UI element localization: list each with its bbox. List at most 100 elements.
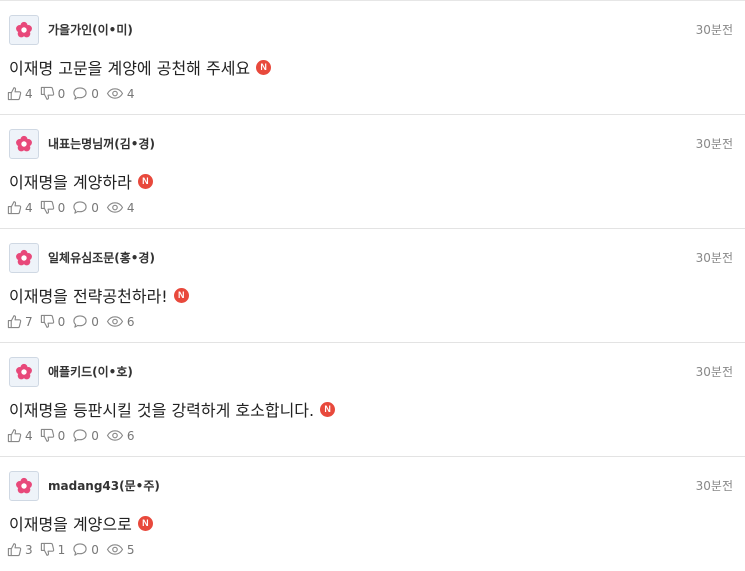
new-badge: N — [320, 401, 336, 417]
views-stat: 6 — [106, 428, 135, 443]
speech-bubble-icon — [72, 314, 91, 329]
reply-button[interactable]: 0 — [72, 86, 99, 101]
views-stat: 4 — [106, 200, 135, 215]
dislike-button[interactable]: 0 — [40, 314, 66, 329]
comment-time: 30분전 — [695, 479, 733, 493]
comment-body: 이재명을 계양하라 N — [9, 169, 153, 193]
like-button[interactable]: 4 — [7, 200, 33, 215]
eye-icon — [106, 428, 127, 443]
like-button[interactable]: 7 — [7, 314, 33, 329]
avatar[interactable] — [9, 15, 39, 45]
comment-body: 이재명을 전략공천하라! N — [9, 283, 189, 307]
thumbs-up-icon — [7, 314, 25, 329]
comment-author[interactable]: 내표는명님꺼(김•경) — [48, 135, 155, 152]
comment-item: 가을가인(이•미) 30분전 이재명 고문을 계양에 공천해 주세요 N 4 0… — [0, 1, 745, 115]
comment-body: 이재명을 등판시킬 것을 강력하게 호소합니다. N — [9, 397, 336, 421]
comment-text: 이재명 고문을 계양에 공천해 주세요 — [9, 59, 251, 78]
views-count: 6 — [126, 428, 135, 443]
comment-body: 이재명을 계양으로 N — [9, 511, 153, 535]
eye-icon — [106, 86, 127, 101]
reply-count: 0 — [91, 542, 99, 557]
reply-count: 0 — [91, 200, 99, 215]
new-badge: N — [256, 59, 272, 75]
comment-stats: 4 0 0 — [7, 200, 142, 215]
reply-count: 0 — [91, 428, 99, 443]
comment-time: 30분전 — [695, 365, 733, 379]
comment-item: 애플키드(이•호) 30분전 이재명을 등판시킬 것을 강력하게 호소합니다. … — [0, 343, 745, 457]
like-button[interactable]: 3 — [7, 542, 33, 557]
dislike-button[interactable]: 1 — [40, 542, 66, 557]
thumbs-down-icon — [40, 200, 58, 215]
eye-icon — [106, 200, 127, 215]
dislike-count: 0 — [57, 200, 66, 215]
avatar[interactable] — [9, 471, 39, 501]
like-button[interactable]: 4 — [7, 86, 33, 101]
thumbs-down-icon — [40, 86, 58, 101]
thumbs-down-icon — [40, 428, 58, 443]
comment-text: 이재명을 전략공천하라! — [9, 287, 168, 306]
comment-stats: 4 0 0 — [7, 428, 142, 443]
comment-author[interactable]: madang43(문•주) — [48, 477, 160, 494]
reply-count: 0 — [91, 314, 99, 329]
comment-item: madang43(문•주) 30분전 이재명을 계양으로 N 3 1 0 5 — [0, 457, 745, 571]
thumbs-down-icon — [40, 314, 58, 329]
like-count: 3 — [25, 542, 33, 557]
thumbs-up-icon — [7, 86, 25, 101]
reply-button[interactable]: 0 — [72, 200, 99, 215]
reply-button[interactable]: 0 — [72, 314, 99, 329]
comment-author[interactable]: 애플키드(이•호) — [48, 363, 133, 380]
comment-item: 일체유심조문(홍•경) 30분전 이재명을 전략공천하라! N 7 0 0 6 — [0, 229, 745, 343]
flower-icon — [15, 363, 33, 381]
comment-author[interactable]: 가을가인(이•미) — [48, 21, 133, 38]
flower-icon — [15, 477, 33, 495]
flower-icon — [15, 135, 33, 153]
dislike-button[interactable]: 0 — [40, 86, 66, 101]
views-count: 4 — [126, 86, 135, 101]
comment-author[interactable]: 일체유심조문(홍•경) — [48, 249, 155, 266]
new-badge: N — [137, 173, 153, 189]
comment-time: 30분전 — [695, 137, 733, 151]
comment-item: 내표는명님꺼(김•경) 30분전 이재명을 계양하라 N 4 0 0 4 — [0, 115, 745, 229]
new-badge: N — [173, 287, 189, 303]
comment-stats: 3 1 0 5 — [7, 542, 142, 557]
dislike-button[interactable]: 0 — [40, 428, 66, 443]
thumbs-up-icon — [7, 542, 25, 557]
reply-button[interactable]: 0 — [72, 428, 99, 443]
eye-icon — [106, 542, 127, 557]
flower-icon — [15, 21, 33, 39]
comment-stats: 4 0 0 — [7, 86, 142, 101]
speech-bubble-icon — [72, 428, 91, 443]
dislike-count: 0 — [57, 428, 66, 443]
thumbs-up-icon — [7, 428, 25, 443]
views-stat: 4 — [106, 86, 135, 101]
comment-stats: 7 0 0 6 — [7, 314, 142, 329]
avatar[interactable] — [9, 243, 39, 273]
like-count: 4 — [25, 428, 33, 443]
views-stat: 6 — [106, 314, 135, 329]
comment-text: 이재명을 등판시킬 것을 강력하게 호소합니다. — [9, 401, 315, 420]
dislike-count: 1 — [57, 542, 66, 557]
comment-feed: 가을가인(이•미) 30분전 이재명 고문을 계양에 공천해 주세요 N 4 0… — [0, 0, 745, 569]
speech-bubble-icon — [72, 86, 91, 101]
flower-icon — [15, 249, 33, 267]
views-count: 6 — [126, 314, 135, 329]
dislike-button[interactable]: 0 — [40, 200, 66, 215]
comment-text: 이재명을 계양하라 — [9, 173, 132, 192]
like-count: 7 — [25, 314, 33, 329]
views-stat: 5 — [106, 542, 135, 557]
comment-time: 30분전 — [695, 251, 733, 265]
comment-body: 이재명 고문을 계양에 공천해 주세요 N — [9, 55, 272, 79]
reply-button[interactable]: 0 — [72, 542, 99, 557]
views-count: 4 — [126, 200, 135, 215]
new-badge: N — [137, 515, 153, 531]
views-count: 5 — [126, 542, 135, 557]
avatar[interactable] — [9, 357, 39, 387]
thumbs-down-icon — [40, 542, 58, 557]
eye-icon — [106, 314, 127, 329]
comment-text: 이재명을 계양으로 — [9, 515, 132, 534]
like-button[interactable]: 4 — [7, 428, 33, 443]
avatar[interactable] — [9, 129, 39, 159]
dislike-count: 0 — [57, 314, 66, 329]
dislike-count: 0 — [57, 86, 66, 101]
speech-bubble-icon — [72, 542, 91, 557]
